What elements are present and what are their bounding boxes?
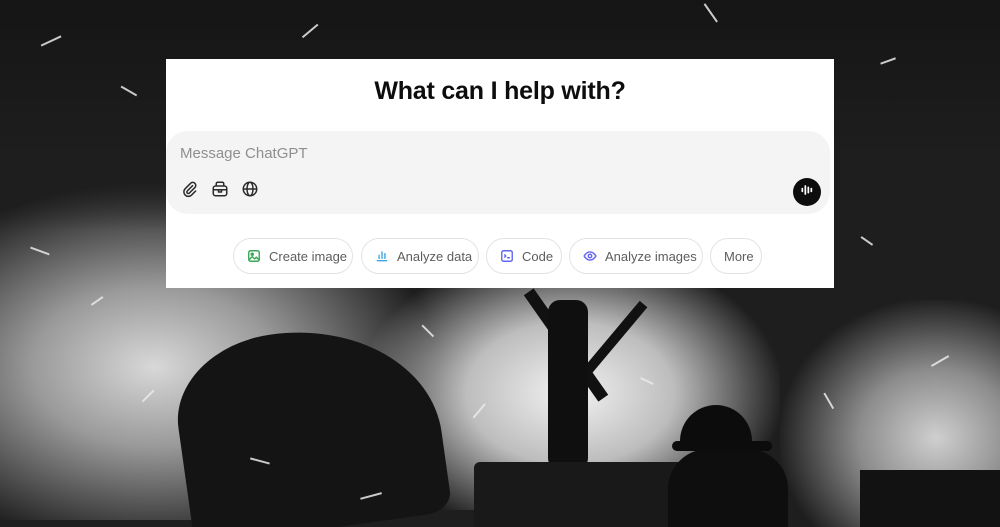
bar-chart-icon: [375, 249, 389, 263]
attach-button[interactable]: [178, 179, 202, 203]
globe-icon: [241, 180, 259, 203]
analyze-images-chip[interactable]: Analyze images: [569, 238, 703, 274]
eye-icon: [583, 249, 597, 263]
code-chip[interactable]: Code: [486, 238, 562, 274]
voice-waveform-icon: [799, 182, 815, 203]
code-label: Code: [522, 248, 554, 264]
paperclip-icon: [181, 180, 199, 203]
more-chip[interactable]: More: [710, 238, 762, 274]
toolbox-icon: [211, 180, 229, 203]
image-icon: [247, 249, 261, 263]
create-image-chip[interactable]: Create image: [233, 238, 353, 274]
message-composer: [166, 131, 830, 214]
analyze-images-label: Analyze images: [605, 248, 697, 264]
code-icon: [500, 249, 514, 263]
voice-mode-button[interactable]: [793, 178, 821, 206]
create-image-label: Create image: [269, 248, 348, 264]
more-label: More: [724, 248, 754, 264]
firefighter-silhouette: [662, 405, 802, 527]
page-title: What can I help with?: [374, 77, 626, 105]
analyze-data-chip[interactable]: Analyze data: [361, 238, 479, 274]
tools-button[interactable]: [208, 179, 232, 203]
search-web-button[interactable]: [238, 179, 262, 203]
chat-panel: What can I help with? Message ChatGPT Cr…: [166, 59, 834, 288]
analyze-data-label: Analyze data: [397, 248, 473, 264]
suggestion-chips: Create image Analyze data Code Analyze i…: [166, 238, 834, 276]
message-input[interactable]: [180, 141, 780, 165]
